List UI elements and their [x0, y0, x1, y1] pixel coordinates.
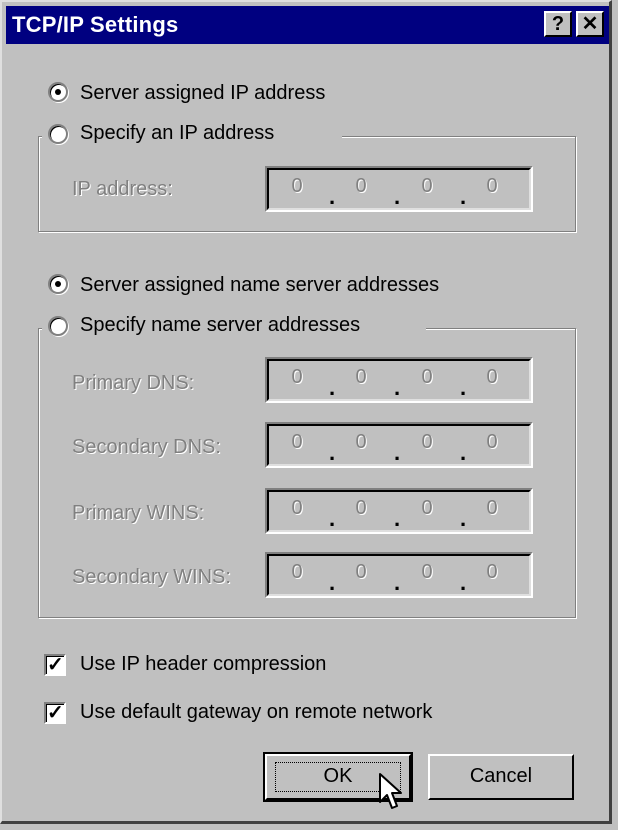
radio-server-dns-label: Server assigned name server addresses — [80, 274, 440, 296]
default-gateway-checkbox[interactable]: ✓ — [44, 702, 66, 724]
radio-server-ip[interactable] — [48, 82, 68, 102]
ip-address-field[interactable]: 0 . 0 . 0 . 0 — [265, 166, 533, 212]
close-icon: ✕ — [581, 13, 599, 35]
secondary-dns-field[interactable]: 0. 0. 0. 0 — [265, 422, 533, 468]
cancel-button[interactable]: Cancel — [428, 754, 574, 800]
radio-specify-dns[interactable] — [48, 316, 68, 336]
close-button[interactable]: ✕ — [576, 11, 604, 37]
title-bar[interactable]: TCP/IP Settings ? ✕ — [6, 6, 609, 44]
radio-selected-dot — [55, 89, 61, 95]
primary-wins-label: Primary WINS: — [72, 502, 205, 524]
ip-header-compression-checkbox[interactable]: ✓ — [44, 654, 66, 676]
help-button[interactable]: ? — [544, 11, 572, 37]
default-gateway-label: Use default gateway on remote network — [80, 701, 433, 723]
secondary-dns-label: Secondary DNS: — [72, 436, 221, 458]
question-mark-icon: ? — [551, 13, 565, 35]
mouse-pointer-icon — [379, 773, 402, 809]
primary-dns-field[interactable]: 0. 0. 0. 0 — [265, 357, 533, 403]
primary-wins-field[interactable]: 0. 0. 0. 0 — [265, 488, 533, 534]
radio-specify-ip-label: Specify an IP address — [80, 122, 275, 144]
radio-specify-ip[interactable] — [48, 124, 68, 144]
radio-specify-dns-label: Specify name server addresses — [80, 314, 361, 336]
secondary-wins-field[interactable]: 0. 0. 0. 0 — [265, 552, 533, 598]
radio-selected-dot — [55, 281, 61, 287]
checkmark-icon: ✓ — [47, 702, 64, 724]
ip-address-label: IP address: — [72, 178, 173, 200]
window-title: TCP/IP Settings — [12, 12, 179, 37]
radio-server-dns[interactable] — [48, 274, 68, 294]
ip-header-compression-label: Use IP header compression — [80, 653, 327, 675]
radio-server-ip-label: Server assigned IP address — [80, 82, 326, 104]
tcpip-settings-dialog: TCP/IP Settings ? ✕ Server assigned IP a… — [0, 0, 612, 824]
checkmark-icon: ✓ — [47, 654, 64, 676]
primary-dns-label: Primary DNS: — [72, 372, 195, 394]
secondary-wins-label: Secondary WINS: — [72, 566, 231, 588]
